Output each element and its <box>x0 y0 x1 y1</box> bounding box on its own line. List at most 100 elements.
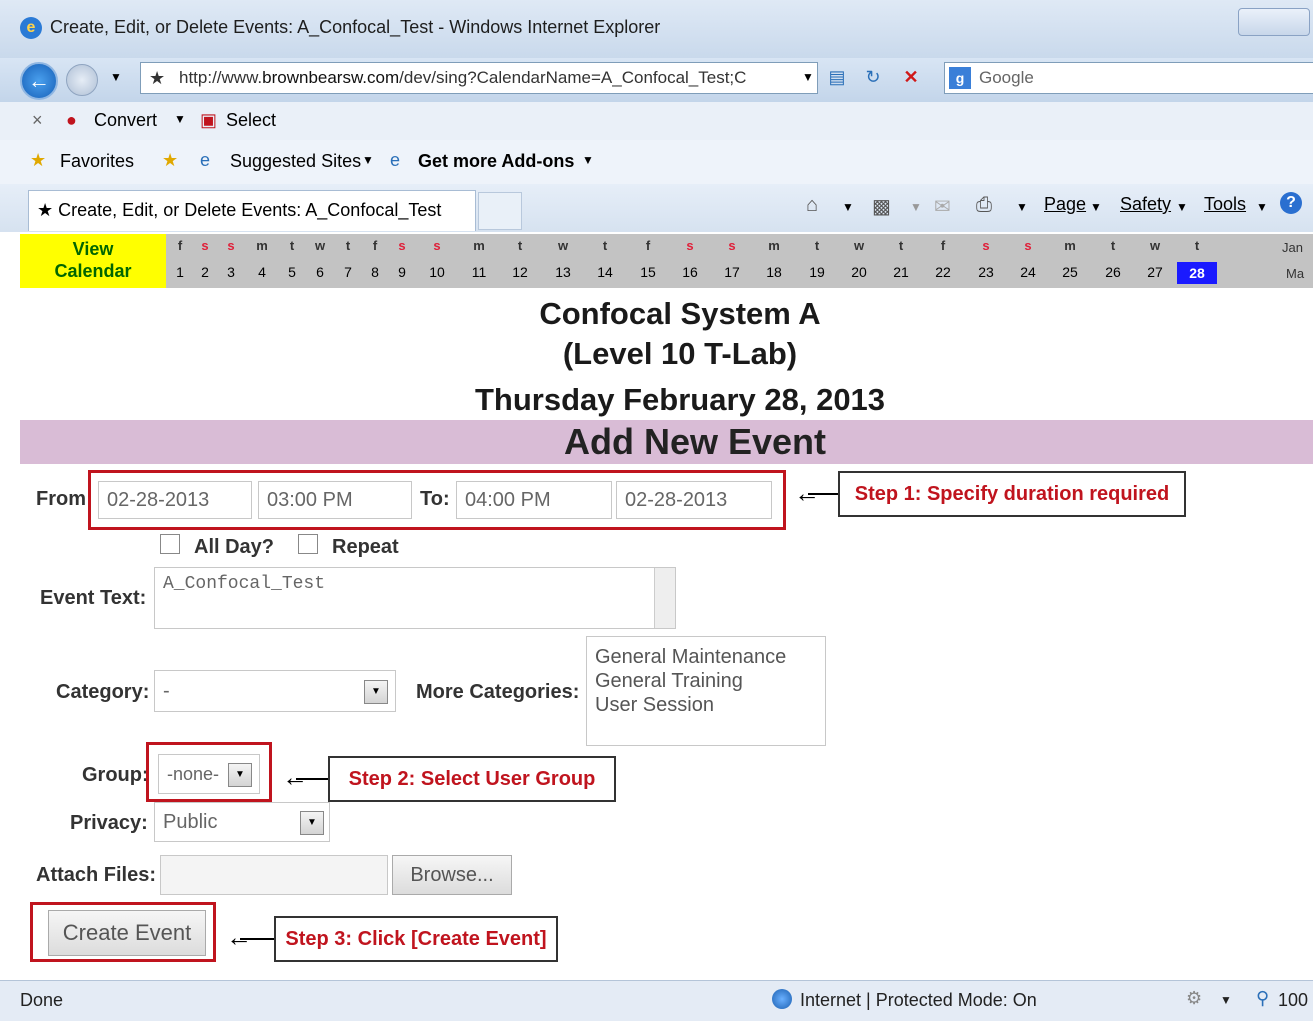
calendar-day-letter: t <box>602 238 608 253</box>
tab-current[interactable]: ★ Create, Edit, or Delete Events: A_Conf… <box>28 190 476 231</box>
calendar-day-link[interactable]: 18 <box>761 264 787 280</box>
convert-dropdown-icon[interactable]: ▼ <box>174 112 186 126</box>
calendar-day-link[interactable]: 25 <box>1057 264 1083 280</box>
search-input[interactable]: g Google <box>944 62 1313 94</box>
calendar-day-link[interactable]: 26 <box>1100 264 1126 280</box>
page-menu[interactable]: Page <box>1044 194 1086 215</box>
attach-files-input[interactable] <box>160 855 388 895</box>
calendar-day-link[interactable]: 17 <box>719 264 745 280</box>
calendar-day-letter: f <box>177 238 183 253</box>
new-tab-button[interactable] <box>478 192 522 230</box>
close-toolbar-icon[interactable]: × <box>32 110 43 131</box>
all-day-checkbox[interactable] <box>160 534 180 554</box>
calendar-day-link[interactable]: 14 <box>592 264 618 280</box>
calendar-day-link[interactable]: 19 <box>804 264 830 280</box>
category-option[interactable]: General Maintenance <box>595 645 825 669</box>
page-dropdown-icon[interactable]: ▼ <box>1090 200 1102 214</box>
status-bar: Done Internet | Protected Mode: On ⚙ ▼ ⚲… <box>0 980 1313 1021</box>
calendar-day-link[interactable]: 10 <box>424 264 450 280</box>
get-addons-link[interactable]: Get more Add-ons <box>418 151 574 172</box>
history-dropdown-icon[interactable]: ▼ <box>110 70 122 84</box>
calendar-day-link[interactable]: 21 <box>888 264 914 280</box>
protected-mode-icon[interactable]: ⚙ <box>1186 988 1202 1009</box>
category-dropdown-icon[interactable]: ▼ <box>364 680 388 704</box>
add-favorite-icon[interactable]: ★ <box>162 150 178 171</box>
zoom-level[interactable]: 100 <box>1278 990 1308 1011</box>
calendar-day-link[interactable]: 13 <box>550 264 576 280</box>
calendar-day-link[interactable]: 24 <box>1015 264 1041 280</box>
calendar-day-link[interactable]: 11 <box>466 264 492 280</box>
calendar-day-letter: s <box>728 238 736 253</box>
calendar-day-link[interactable]: 9 <box>389 264 415 280</box>
select-icon: ▣ <box>200 110 218 130</box>
calendar-day-link[interactable]: 6 <box>307 264 333 280</box>
calendar-day-link[interactable]: 27 <box>1142 264 1168 280</box>
convert-icon: ● <box>66 110 77 130</box>
view-calendar-link[interactable]: View Calendar <box>20 234 166 288</box>
help-icon[interactable]: ? <box>1280 192 1302 214</box>
calendar-day-link[interactable]: 15 <box>635 264 661 280</box>
back-button[interactable]: ← <box>20 62 58 100</box>
calendar-day-link[interactable]: 1 <box>167 264 193 280</box>
browse-button[interactable]: Browse... <box>392 855 512 895</box>
feeds-icon[interactable]: ▩ <box>872 194 891 219</box>
step1-callout: Step 1: Specify duration required <box>838 471 1186 517</box>
calendar-day-letter: m <box>256 238 268 253</box>
select-button[interactable]: Select <box>226 110 276 131</box>
category-option[interactable]: User Session <box>595 693 825 717</box>
home-dropdown-icon[interactable]: ▼ <box>842 200 854 214</box>
tools-dropdown-icon[interactable]: ▼ <box>1256 200 1268 214</box>
event-text-area[interactable]: A_Confocal_Test <box>154 567 676 629</box>
safety-menu[interactable]: Safety <box>1120 194 1171 215</box>
suggested-dropdown-icon[interactable]: ▼ <box>362 153 374 167</box>
addons-dropdown-icon[interactable]: ▼ <box>582 153 594 167</box>
calendar-day-link[interactable]: 16 <box>677 264 703 280</box>
calendar-day-link[interactable]: 12 <box>507 264 533 280</box>
calendar-day-link[interactable]: 2 <box>192 264 218 280</box>
next-month-link-2[interactable]: Ma <box>1286 266 1304 281</box>
address-bar[interactable]: ★ http://www.brownbearsw.com/dev/sing?Ca… <box>140 62 818 94</box>
category-value: - <box>163 680 170 702</box>
window-controls[interactable] <box>1238 8 1310 36</box>
refresh-icon[interactable]: ↻ <box>860 64 886 90</box>
next-month-link[interactable]: Jan <box>1282 240 1303 255</box>
calendar-day-link[interactable]: 3 <box>218 264 244 280</box>
calendar-day-link[interactable]: 20 <box>846 264 872 280</box>
security-zone-text[interactable]: Internet | Protected Mode: On <box>800 990 1037 1011</box>
tools-menu[interactable]: Tools <box>1204 194 1246 215</box>
calendar-day-letter: t <box>289 238 295 253</box>
privacy-dropdown-icon[interactable]: ▼ <box>300 811 324 835</box>
more-categories-list[interactable]: General Maintenance General Training Use… <box>586 636 826 746</box>
forward-button[interactable] <box>66 64 98 96</box>
address-dropdown-icon[interactable]: ▼ <box>795 64 821 90</box>
feeds-dropdown-icon[interactable]: ▼ <box>910 200 922 214</box>
home-icon[interactable]: ⌂ <box>806 194 818 217</box>
event-text-scrollbar[interactable] <box>654 568 675 628</box>
calendar-day-letter: t <box>1194 238 1200 253</box>
calendar-day-link[interactable]: 7 <box>335 264 361 280</box>
calendar-day-link[interactable]: 4 <box>249 264 275 280</box>
repeat-checkbox[interactable] <box>298 534 318 554</box>
stop-icon[interactable]: ✕ <box>898 64 924 90</box>
print-dropdown-icon[interactable]: ▼ <box>1016 200 1028 214</box>
convert-button[interactable]: Convert <box>94 110 157 131</box>
print-icon[interactable]: ⎙ <box>976 194 992 217</box>
category-select[interactable]: - <box>154 670 396 712</box>
category-option[interactable]: General Training <box>595 669 825 693</box>
privacy-value: Public <box>163 811 218 833</box>
calendar-day-link[interactable]: 5 <box>279 264 305 280</box>
calendar-day-letter: f <box>940 238 946 253</box>
zone-dropdown-icon[interactable]: ▼ <box>1220 993 1232 1007</box>
calendar-day-link[interactable]: 22 <box>930 264 956 280</box>
suggested-sites-link[interactable]: Suggested Sites <box>230 151 361 172</box>
compatibility-view-icon[interactable]: ▤ <box>824 64 850 90</box>
favorites-button[interactable]: Favorites <box>60 151 134 172</box>
calendar-day-selected[interactable]: 28 <box>1177 262 1217 284</box>
internet-zone-icon <box>772 989 792 1009</box>
calendar-day-link[interactable]: 8 <box>362 264 388 280</box>
zoom-icon[interactable]: ⚲ <box>1256 988 1269 1009</box>
safety-dropdown-icon[interactable]: ▼ <box>1176 200 1188 214</box>
calendar-day-link[interactable]: 23 <box>973 264 999 280</box>
mail-icon[interactable]: ✉ <box>934 194 951 219</box>
calendar-day-letter: w <box>557 238 569 253</box>
